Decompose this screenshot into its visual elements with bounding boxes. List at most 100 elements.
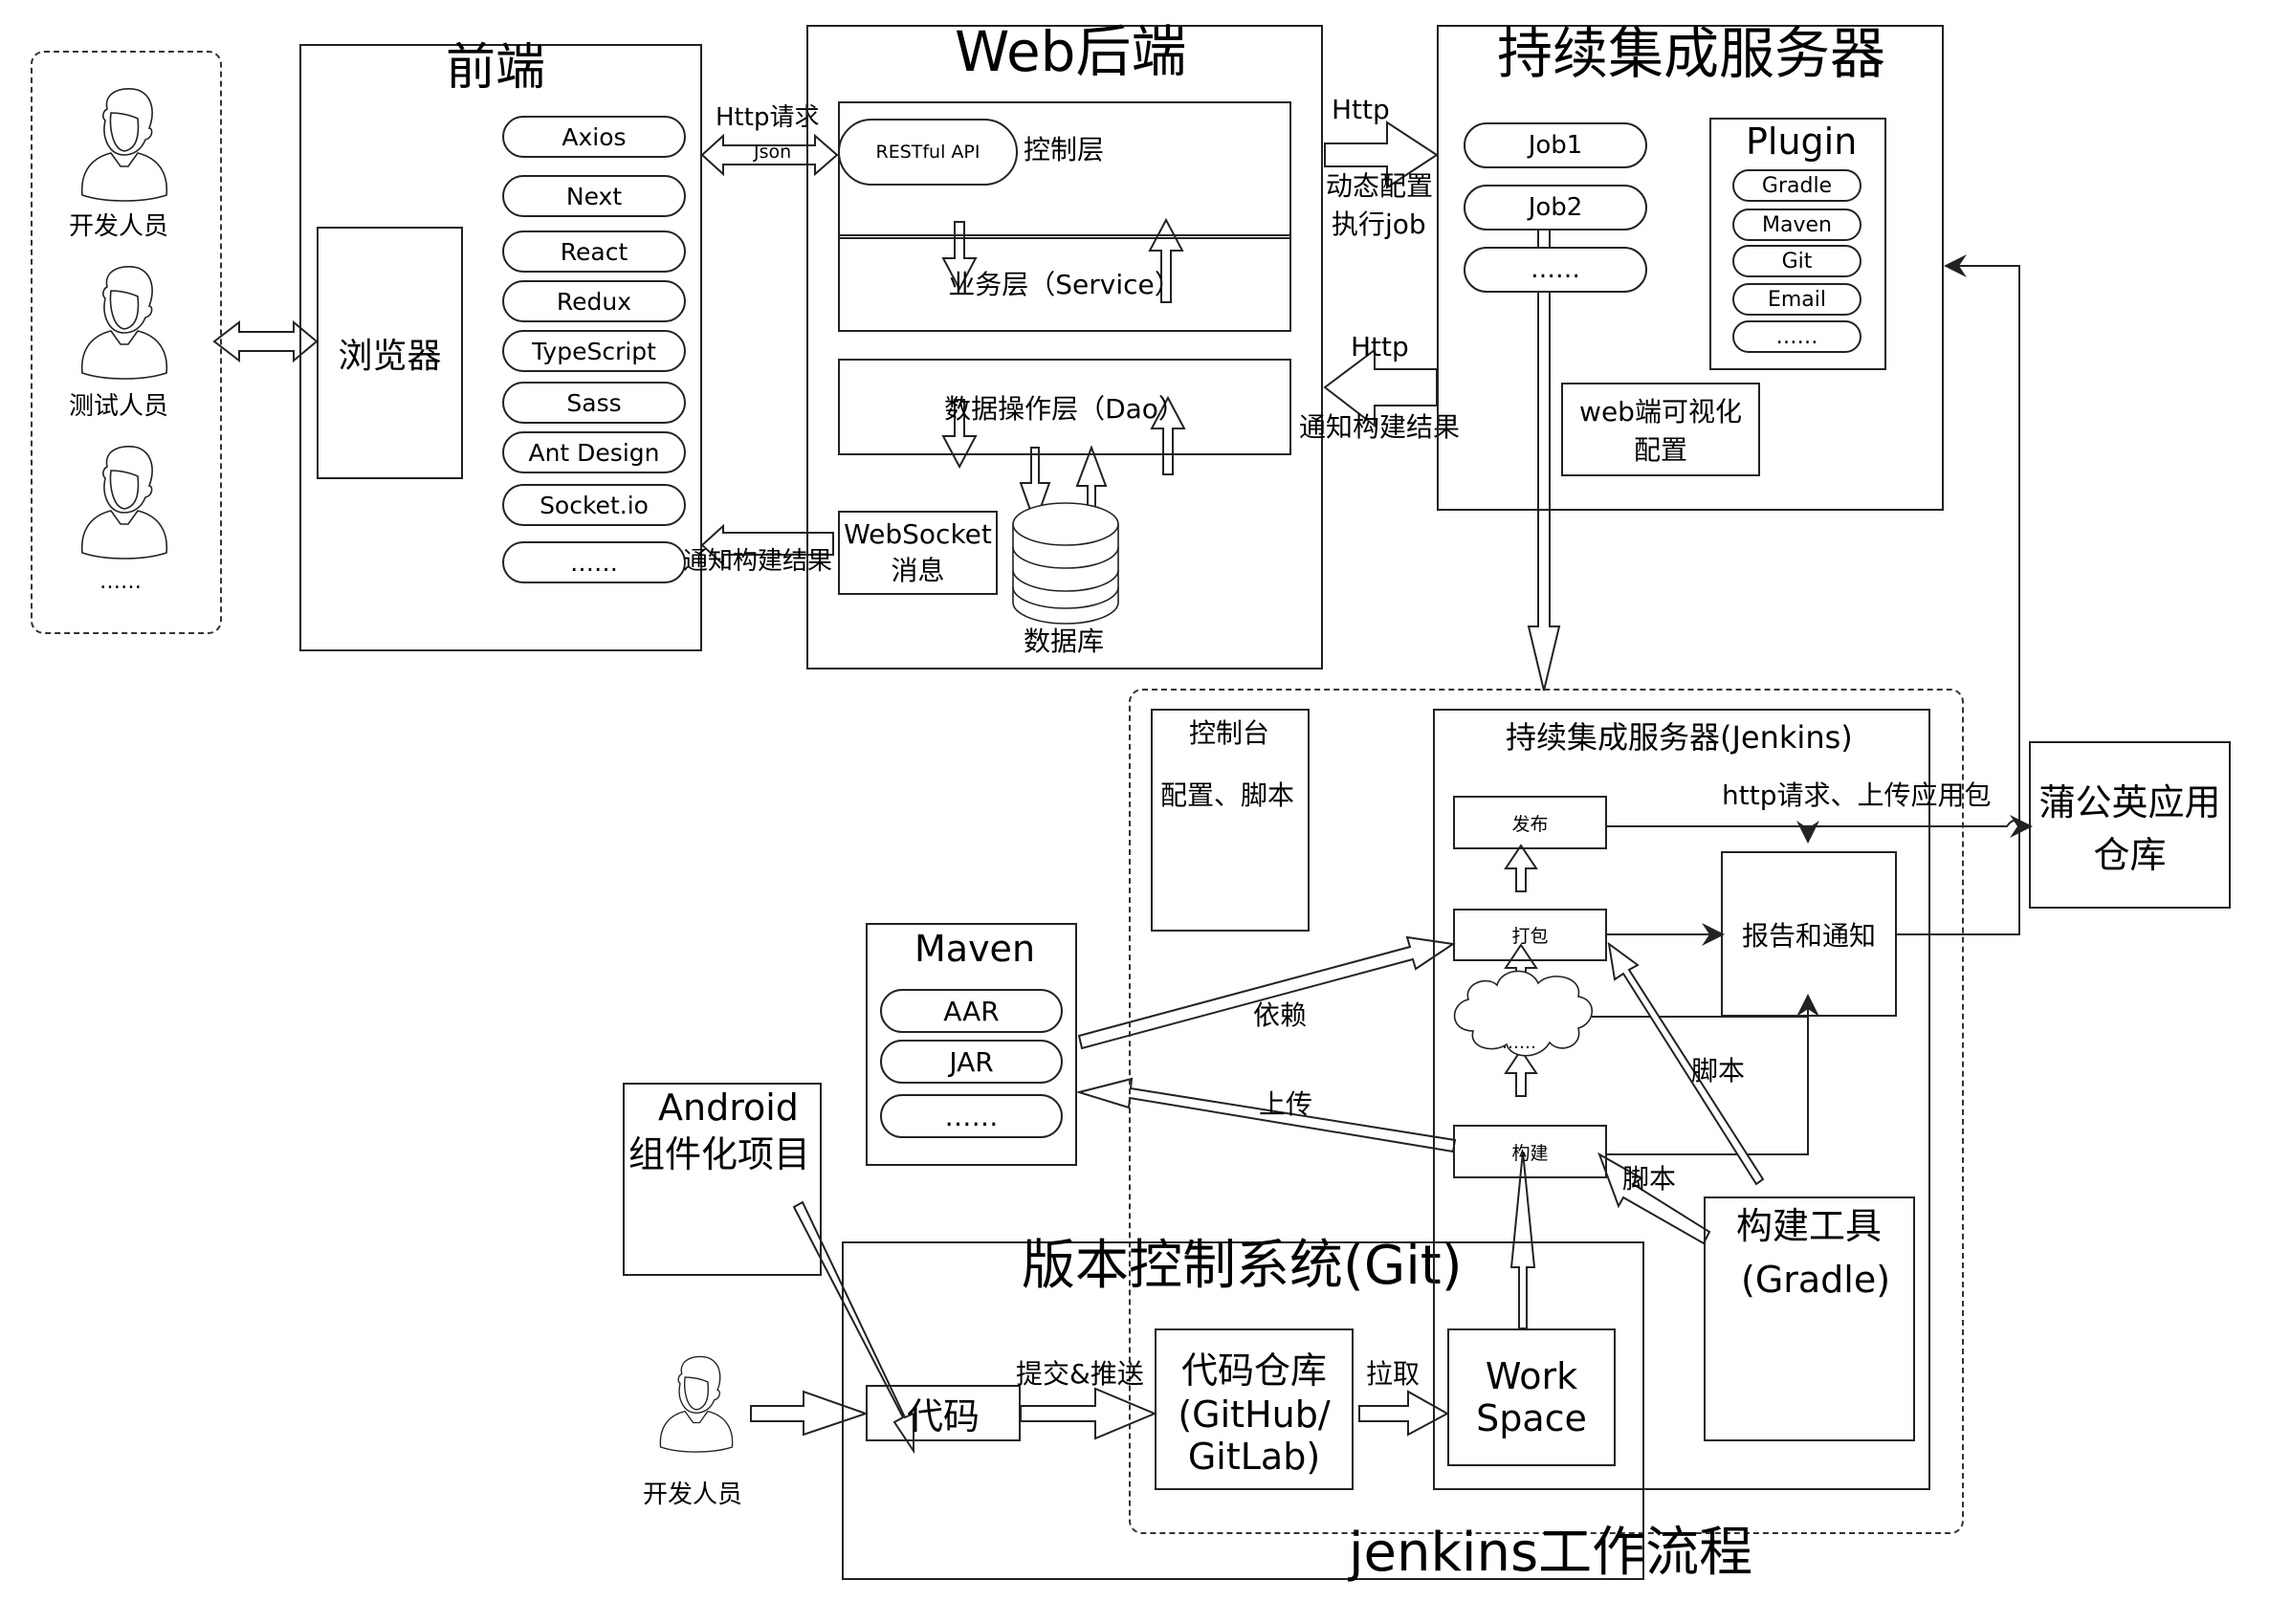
- workspace-label: Work: [1485, 1355, 1578, 1397]
- workspace-box[interactable]: Work Space: [1447, 1328, 1616, 1466]
- build-tool-title: 构建工具: [1736, 1205, 1883, 1247]
- frontend-tech-pill[interactable]: Socket.io: [502, 484, 686, 526]
- maven-artifact-pill-label: ……: [944, 1100, 999, 1132]
- package-label: 打包: [1511, 926, 1549, 947]
- frontend-tech-pill[interactable]: React: [502, 230, 686, 273]
- android-title: Android: [658, 1086, 799, 1129]
- plugin-pill-label: Maven: [1762, 212, 1832, 237]
- frontend-tech-pill[interactable]: Redux: [502, 280, 686, 322]
- script-label-2: 脚本: [1622, 1163, 1677, 1195]
- maven-artifact-pill[interactable]: ……: [880, 1094, 1063, 1138]
- plugin-pill[interactable]: Maven: [1732, 208, 1861, 241]
- frontend-tech-pill-label: Sass: [566, 388, 622, 417]
- frontend-tech-pill[interactable]: Sass: [502, 382, 686, 424]
- maven-artifact-pill-label: JAR: [949, 1045, 994, 1078]
- report-box[interactable]: 报告和通知: [1721, 851, 1897, 1017]
- plugin-pill-label: Git: [1781, 249, 1813, 274]
- workspace-label-2: Space: [1476, 1397, 1587, 1439]
- browser-box[interactable]: 浏览器: [317, 227, 463, 479]
- publish-box[interactable]: 发布: [1453, 796, 1607, 849]
- user-label-developer: 开发人员: [69, 212, 169, 241]
- maven-title: Maven: [914, 928, 1036, 970]
- http-in-label: Http: [1351, 331, 1409, 362]
- json-label: Json: [754, 142, 792, 163]
- pgyer-box[interactable]: 蒲公英应用 仓库: [2029, 741, 2231, 909]
- ci-server-title: 持续集成服务器: [1497, 21, 1886, 86]
- build-label: 构建: [1511, 1142, 1549, 1164]
- web-config-box[interactable]: web端可视化 配置: [1561, 383, 1760, 476]
- pgyer-label: 蒲公英应用: [2038, 780, 2221, 823]
- restful-api-label: RESTful API: [875, 142, 980, 163]
- android-sub: 组件化项目: [628, 1133, 811, 1175]
- developer-bottom-label: 开发人员: [643, 1481, 743, 1509]
- build-box[interactable]: 构建: [1453, 1125, 1607, 1178]
- cloud-label: ……: [1502, 1033, 1536, 1053]
- service-layer[interactable]: 业务层（Service）: [838, 234, 1291, 332]
- web-config-label-2: 配置: [1633, 434, 1687, 466]
- plugin-pill[interactable]: ……: [1732, 320, 1861, 353]
- controller-label: 控制层: [1024, 134, 1105, 165]
- frontend-tech-pill-label: Next: [565, 182, 623, 210]
- plugin-pill-label: ……: [1775, 324, 1818, 349]
- pull-label: 拉取: [1366, 1358, 1421, 1390]
- code-label: 代码: [906, 1395, 980, 1437]
- plugin-pill-label: Email: [1767, 287, 1827, 312]
- frontend-tech-pill[interactable]: Axios: [502, 116, 686, 158]
- repo-label-2: (GitHub/: [1178, 1394, 1331, 1436]
- commit-push-label: 提交&推送: [1016, 1358, 1144, 1390]
- ci-notify-label: 通知构建结果: [1299, 411, 1461, 443]
- publish-label: 发布: [1511, 813, 1549, 835]
- plugin-pill[interactable]: Gradle: [1732, 169, 1861, 202]
- upload-label: 上传: [1259, 1088, 1313, 1120]
- job-pill-label: ……: [1531, 255, 1580, 284]
- job-pill[interactable]: Job2: [1464, 185, 1647, 230]
- frontend-tech-pill-label: Redux: [556, 287, 632, 316]
- plugin-pill[interactable]: Git: [1732, 245, 1861, 277]
- exec-job-label: 执行job: [1332, 208, 1426, 240]
- jenkins-title: 持续集成服务器(Jenkins): [1506, 719, 1853, 756]
- restful-api-pill[interactable]: RESTful API: [838, 119, 1018, 186]
- repo-label-3: GitLab): [1187, 1436, 1321, 1478]
- repo-label: 代码仓库: [1180, 1350, 1327, 1392]
- maven-artifact-pill[interactable]: JAR: [880, 1040, 1063, 1084]
- package-box[interactable]: 打包: [1453, 909, 1607, 961]
- frontend-tech-pill-label: ……: [570, 548, 618, 577]
- frontend-tech-pill[interactable]: Next: [502, 175, 686, 217]
- frontend-tech-pill[interactable]: Ant Design: [502, 431, 686, 473]
- depend-label: 依赖: [1253, 999, 1308, 1031]
- maven-artifact-pill[interactable]: AAR: [880, 989, 1063, 1033]
- http-out-label: Http: [1332, 94, 1390, 125]
- frontend-tech-pill-label: TypeScript: [532, 337, 656, 365]
- repo-box[interactable]: 代码仓库 (GitHub/ GitLab): [1155, 1328, 1354, 1490]
- build-tool-sub: (Gradle): [1741, 1259, 1891, 1301]
- websocket-box[interactable]: WebSocket 消息: [838, 511, 998, 595]
- plugin-pill-label: Gradle: [1761, 173, 1833, 198]
- user-label-more: ……: [99, 570, 142, 594]
- users-group: [31, 51, 222, 634]
- job-pill[interactable]: ……: [1464, 247, 1647, 293]
- workflow-title: jenkins工作流程: [1349, 1522, 1753, 1584]
- backend-title: Web后端: [955, 19, 1187, 84]
- code-box[interactable]: 代码: [866, 1385, 1021, 1441]
- browser-label: 浏览器: [338, 337, 442, 376]
- plugin-title: Plugin: [1746, 121, 1858, 163]
- service-label: 业务层（Service）: [948, 269, 1181, 300]
- dao-layer[interactable]: 数据操作层（Dao）: [838, 359, 1291, 455]
- maven-artifact-pill-label: AAR: [943, 995, 1000, 1027]
- dao-label: 数据操作层（Dao）: [944, 392, 1185, 425]
- http-request-label: Http请求: [716, 103, 820, 132]
- frontend-tech-pill-label: Socket.io: [540, 491, 649, 519]
- report-label: 报告和通知: [1741, 919, 1876, 952]
- web-config-label: web端可视化: [1579, 396, 1742, 428]
- pgyer-label-2: 仓库: [2093, 833, 2167, 876]
- frontend-title: 前端: [446, 39, 546, 97]
- console-title: 控制台: [1189, 717, 1270, 749]
- frontend-tech-pill[interactable]: TypeScript: [502, 330, 686, 372]
- job-pill[interactable]: Job1: [1464, 122, 1647, 168]
- plugin-pill[interactable]: Email: [1732, 283, 1861, 316]
- vcs-title: 版本控制系统(Git): [1022, 1235, 1463, 1297]
- frontend-tech-pill-label: Axios: [562, 122, 627, 151]
- job-pill-label: Job1: [1528, 131, 1583, 160]
- frontend-tech-pill[interactable]: ……: [502, 541, 686, 583]
- websocket-label: WebSocket: [844, 517, 992, 550]
